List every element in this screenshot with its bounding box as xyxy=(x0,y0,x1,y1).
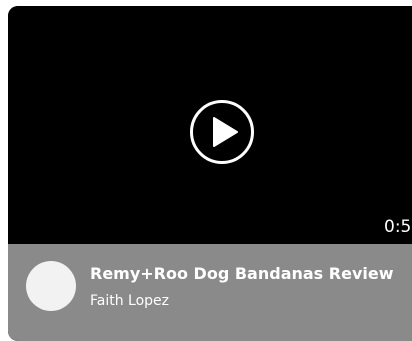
video-player[interactable]: 0:5 xyxy=(8,6,412,244)
video-title[interactable]: Remy+Roo Dog Bandanas Review xyxy=(90,264,393,283)
video-info: Remy+Roo Dog Bandanas Review Faith Lopez xyxy=(8,244,412,341)
video-card[interactable]: 0:5 Remy+Roo Dog Bandanas Review Faith L… xyxy=(8,6,412,341)
video-duration: 0:5 xyxy=(384,217,412,237)
play-circle-icon xyxy=(190,100,254,164)
author-name[interactable]: Faith Lopez xyxy=(90,293,169,309)
avatar[interactable] xyxy=(26,261,76,311)
play-button[interactable] xyxy=(189,99,255,165)
